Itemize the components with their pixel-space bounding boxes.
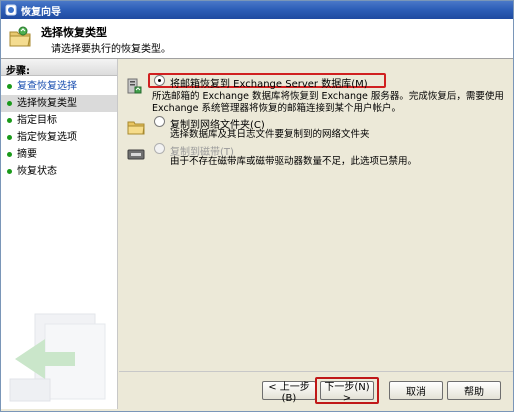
page-title: 选择恢复类型: [41, 26, 107, 39]
wizard-app-icon: [5, 4, 17, 16]
step-label: 恢复状态: [17, 166, 57, 177]
restore-to-exchange-label[interactable]: 将邮箱恢复到 Exchange Server 数据库(M): [170, 75, 368, 90]
folder-icon: [127, 121, 145, 135]
step-label: 摘要: [17, 149, 37, 160]
copy-to-network-folder-desc: 选择数据库及其日志文件要复制到的网络文件夹: [170, 129, 370, 140]
next-button[interactable]: 下一步(N) >: [320, 381, 374, 404]
folder-restore-icon: [9, 26, 31, 47]
step-specify-options: 指定恢复选项: [1, 129, 117, 146]
title-bar[interactable]: 恢复向导: [1, 1, 513, 19]
copy-to-tape-desc: 由于不存在磁带库或磁带驱动器数量不足，此选项已禁用。: [170, 156, 418, 167]
step-complete-dot-icon: [7, 118, 12, 123]
recovery-wizard-window: 恢复向导 选择恢复类型 请选择要执行的恢复类型。 步骤: 复查恢复选择 选择恢复…: [0, 0, 514, 412]
restore-to-exchange-radio[interactable]: [154, 75, 165, 86]
restore-to-exchange-desc-line2: Exchange 系统管理器将恢复的邮箱连接到某个用户帐户。: [152, 103, 401, 114]
steps-list: 复查恢复选择 选择恢复类型 指定目标 指定恢复选项 摘要 恢复状态: [1, 78, 117, 180]
step-label: 选择恢复类型: [17, 98, 77, 109]
step-select-type: 选择恢复类型: [1, 95, 117, 112]
step-complete-dot-icon: [7, 169, 12, 174]
cancel-button[interactable]: 取消: [389, 381, 443, 400]
copy-to-network-folder-radio[interactable]: [154, 116, 165, 127]
step-review-selection[interactable]: 复查恢复选择: [1, 78, 117, 95]
step-complete-dot-icon: [7, 152, 12, 157]
step-complete-dot-icon: [7, 84, 12, 89]
help-button[interactable]: 帮助: [447, 381, 501, 400]
step-complete-dot-icon: [7, 135, 12, 140]
exchange-server-icon: [127, 78, 142, 94]
step-complete-dot-icon: [7, 101, 12, 106]
step-label: 指定目标: [17, 115, 57, 126]
steps-sidebar: 步骤: 复查恢复选择 选择恢复类型 指定目标 指定恢复选项 摘要 恢复状态: [1, 59, 118, 409]
step-label: 指定恢复选项: [17, 132, 77, 143]
restore-to-exchange-desc-line1: 所选邮箱的 Exchange 数据库将恢复到 Exchange 服务器。完成恢复…: [152, 91, 504, 102]
steps-heading: 步骤:: [1, 59, 117, 77]
tape-drive-icon: [127, 149, 145, 160]
step-specify-target: 指定目标: [1, 112, 117, 129]
window-title: 恢复向导: [21, 6, 61, 18]
copy-to-tape-radio: [154, 143, 165, 154]
wizard-header: 选择恢复类型 请选择要执行的恢复类型。: [1, 19, 513, 59]
restore-watermark-icon: [9, 313, 106, 402]
back-button[interactable]: < 上一步(B): [262, 381, 316, 404]
button-bar: < 上一步(B) 下一步(N) > 取消 帮助: [119, 371, 513, 411]
page-subtitle: 请选择要执行的恢复类型。: [51, 44, 171, 55]
step-label: 复查恢复选择: [17, 81, 77, 92]
options-panel: 将邮箱恢复到 Exchange Server 数据库(M) 所选邮箱的 Exch…: [119, 59, 513, 371]
step-recovery-status: 恢复状态: [1, 163, 117, 180]
step-summary: 摘要: [1, 146, 117, 163]
